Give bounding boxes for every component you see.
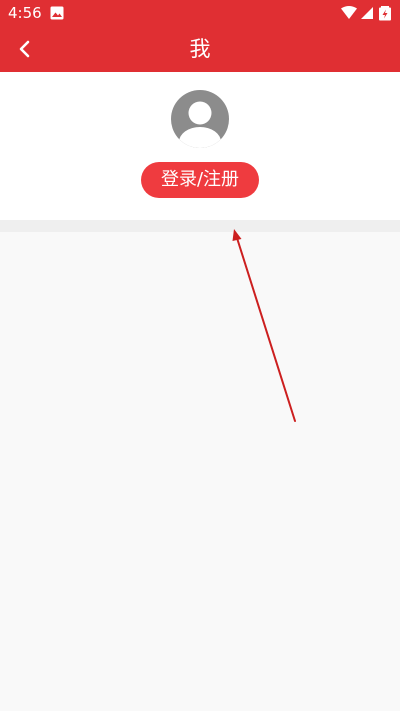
battery-charging-icon <box>379 6 391 21</box>
status-time: 4:56 <box>8 4 42 22</box>
signal-icon <box>361 7 373 19</box>
wifi-icon <box>341 6 357 19</box>
app-bar: 我 <box>0 26 400 72</box>
status-icons <box>341 6 391 21</box>
chevron-left-icon <box>19 40 30 58</box>
user-avatar-icon[interactable] <box>171 90 229 148</box>
section-divider <box>0 220 400 232</box>
login-register-button[interactable]: 登录/注册 <box>141 162 259 198</box>
profile-card: 登录/注册 <box>0 72 400 220</box>
image-icon <box>50 6 64 20</box>
page-title: 我 <box>189 37 211 61</box>
back-button[interactable] <box>8 32 42 66</box>
status-bar: 4:56 <box>0 0 400 26</box>
